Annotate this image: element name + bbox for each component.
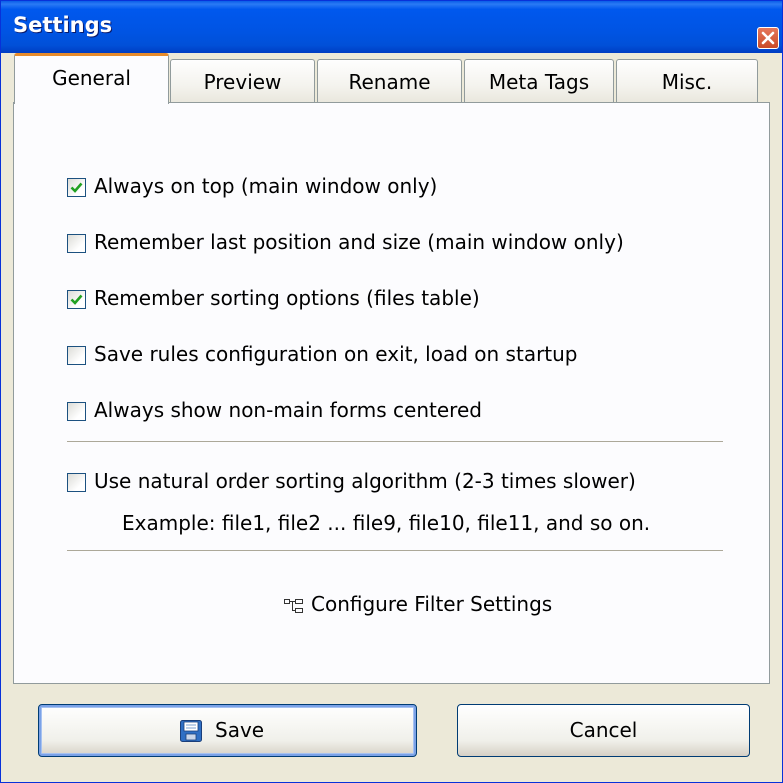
tab-meta-tags[interactable]: Meta Tags (464, 59, 614, 103)
save-icon (180, 720, 202, 742)
cancel-button-label: Cancel (569, 718, 638, 742)
save-button-label: Save (215, 718, 265, 742)
cancel-button[interactable]: Cancel (457, 704, 750, 757)
always-on-top-checkbox[interactable] (67, 178, 86, 197)
natural-sorting-example: Example: file1, file2 ... file9, file10,… (122, 511, 651, 535)
save-rules-checkbox[interactable] (67, 346, 86, 365)
close-button[interactable] (757, 27, 779, 49)
center-forms-label: Always show non-main forms centered (94, 398, 482, 422)
close-icon (761, 31, 775, 45)
natural-sorting-label: Use natural order sorting algorithm (2-3… (94, 469, 636, 493)
remember-position-checkbox[interactable] (67, 234, 86, 253)
divider (67, 441, 723, 442)
filter-tree-icon (284, 599, 303, 613)
remember-sorting-label: Remember sorting options (files table) (94, 286, 480, 310)
divider (67, 550, 723, 551)
save-rules-label: Save rules configuration on exit, load o… (94, 342, 578, 366)
settings-window: Settings General Preview Rename Meta Tag… (0, 0, 783, 783)
checkmark-icon (70, 182, 83, 193)
remember-sorting-checkbox[interactable] (67, 290, 86, 309)
checkmark-icon (70, 294, 83, 305)
tab-misc[interactable]: Misc. (616, 59, 758, 103)
tab-preview[interactable]: Preview (170, 59, 315, 103)
tab-strip: General Preview Rename Meta Tags Misc. (1, 53, 782, 104)
remember-position-label: Remember last position and size (main wi… (94, 230, 624, 254)
natural-sorting-checkbox[interactable] (67, 473, 86, 492)
title-bar[interactable]: Settings (1, 1, 782, 53)
always-on-top-label: Always on top (main window only) (94, 174, 438, 198)
tab-general[interactable]: General (14, 53, 169, 104)
center-forms-checkbox[interactable] (67, 402, 86, 421)
configure-filter-label: Configure Filter Settings (311, 592, 553, 616)
tab-rename[interactable]: Rename (317, 59, 462, 103)
save-button[interactable]: Save (38, 704, 417, 757)
window-title: Settings (13, 13, 113, 37)
